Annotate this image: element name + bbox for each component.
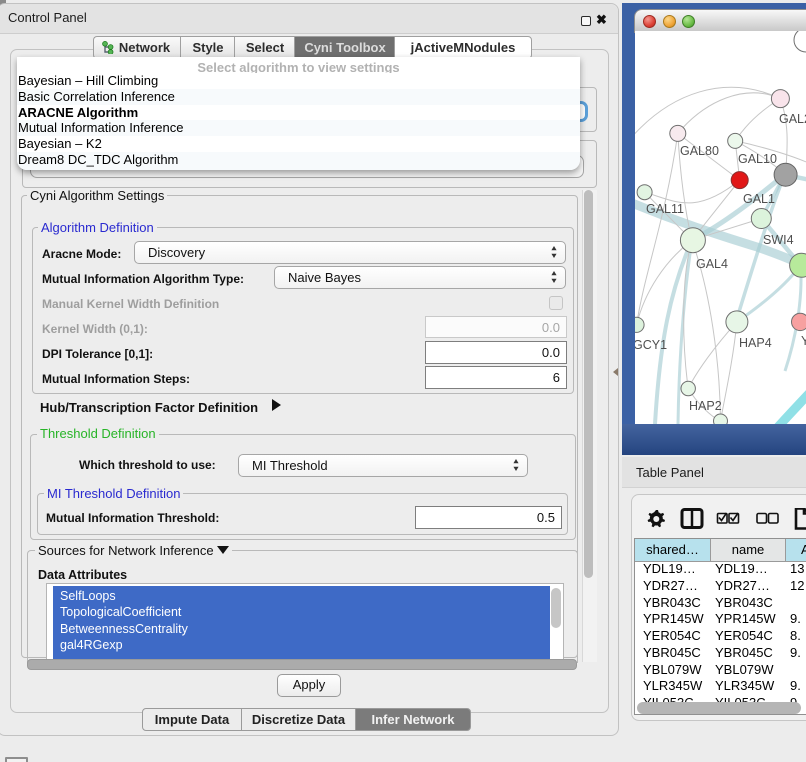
svg-text:HAP4: HAP4 (739, 336, 772, 350)
svg-text:GAL10: GAL10 (738, 152, 777, 166)
svg-text:GAL2: GAL2 (779, 112, 806, 126)
svg-text:GCY1: GCY1 (635, 338, 667, 352)
svg-text:GAL80: GAL80 (680, 144, 719, 158)
svg-text:HAP2: HAP2 (689, 399, 722, 413)
svg-text:GAL11: GAL11 (646, 202, 684, 216)
svg-text:Y: Y (801, 334, 806, 348)
svg-text:SWI4: SWI4 (763, 233, 794, 247)
svg-text:GAL1: GAL1 (743, 192, 775, 206)
svg-text:GAL4: GAL4 (696, 257, 728, 271)
